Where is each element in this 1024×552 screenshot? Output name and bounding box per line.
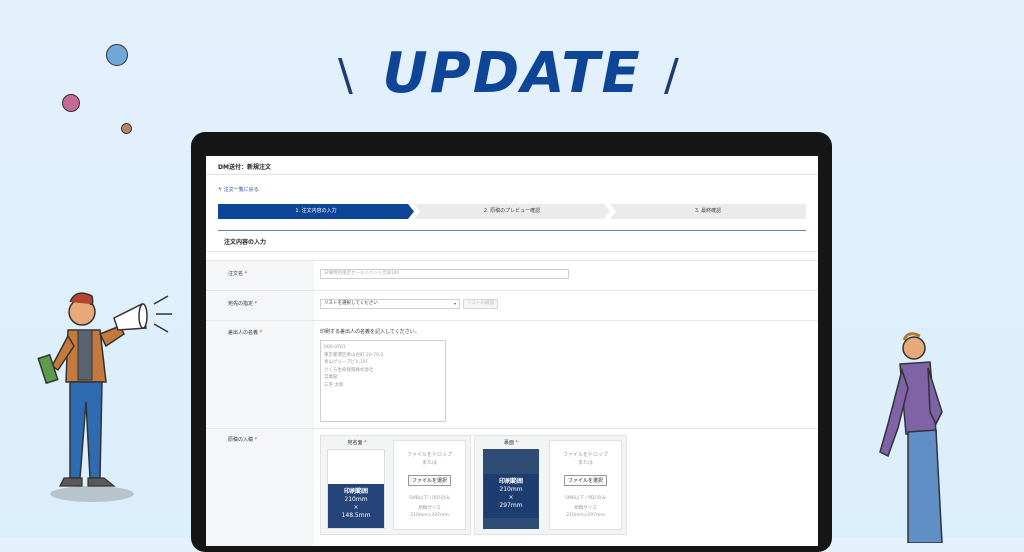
sender-label: 差出人の名義 *	[228, 330, 263, 336]
back-link[interactable]: ↰ 注文一覧に戻る	[218, 186, 259, 193]
back-dropzone[interactable]: ファイルをドロップ または ファイルを選択 5MB以下 / PDFのみ 原稿サイ…	[549, 440, 622, 530]
step-confirm: 3. 最終確認	[610, 204, 806, 219]
back-thumbnail: 印刷範囲 210mm × 297mm	[483, 449, 539, 529]
order-name-input[interactable]: 日曜特別限定セールイベント告知DM	[320, 269, 569, 279]
front-title: 宛名面 *	[347, 440, 367, 446]
back-title: 裏面 *	[503, 440, 519, 446]
front-dropzone[interactable]: ファイルをドロップ または ファイルを選択 5MB以下 / PDFのみ 原稿サイ…	[393, 440, 466, 530]
order-name-label: 注文名 *	[228, 271, 248, 277]
divider	[206, 251, 818, 252]
front-upload-card: 宛名面 * 印刷範囲 210mm × 148.5mm ファイルをドロップ または…	[320, 435, 471, 535]
laptop-screen: DM送付：新規注文 ↰ 注文一覧に戻る 1. 注文内容の入力 2. 原稿のプレビ…	[206, 156, 818, 546]
stepper: 1. 注文内容の入力 2. 原稿のプレビュー確認 3. 最終確認	[218, 204, 806, 219]
destination-label: 宛先の指定 *	[228, 301, 258, 307]
back-file-select-button[interactable]: ファイルを選択	[563, 475, 607, 486]
page-title: DM送付：新規注文	[206, 156, 818, 175]
divider	[206, 260, 818, 261]
headline-left-slash: \	[338, 50, 353, 101]
person-looking-up-illustration	[879, 332, 943, 543]
section-divider	[218, 230, 806, 231]
front-thumbnail: 印刷範囲 210mm × 148.5mm	[327, 449, 385, 529]
planet-brown-icon	[121, 123, 132, 134]
sender-note: 印刷する差出人の名義を記入してください。	[320, 329, 420, 335]
manuscript-label: 原稿の入稿 *	[228, 437, 258, 443]
sender-textarea[interactable]: 000-0761 東京都港区青山台町 20-70-2 青山グループビル10F さ…	[320, 340, 446, 422]
chevron-down-icon: ▾	[453, 301, 456, 306]
divider	[206, 320, 818, 321]
step-input: 1. 注文内容の入力	[218, 204, 414, 219]
headline-title: UPDATE	[382, 41, 642, 106]
divider	[206, 428, 818, 429]
label-column	[206, 260, 314, 546]
planet-blue-icon	[106, 44, 128, 66]
list-confirm-button[interactable]: リストの確認	[463, 299, 498, 309]
back-link-label: 注文一覧に戻る	[223, 187, 259, 193]
headline-right-slash: /	[664, 50, 679, 101]
planet-pink-icon	[62, 94, 80, 112]
section-title: 注文内容の入力	[224, 239, 267, 246]
step-preview: 2. 原稿のプレビュー確認	[414, 204, 610, 219]
destination-select[interactable]: リストを選択してください ▾	[320, 299, 460, 309]
front-print-area-badge: 印刷範囲 210mm × 148.5mm	[328, 484, 384, 528]
divider	[206, 290, 818, 291]
back-print-area-badge: 印刷範囲 210mm × 297mm	[484, 474, 538, 518]
update-headline: UPDATE	[0, 34, 1024, 114]
person-megaphone-illustration	[37, 292, 172, 502]
front-file-select-button[interactable]: ファイルを選択	[407, 475, 451, 486]
back-upload-card: 裏面 * 印刷範囲 210mm × 297mm ファイルをドロップ または ファ…	[474, 435, 627, 535]
